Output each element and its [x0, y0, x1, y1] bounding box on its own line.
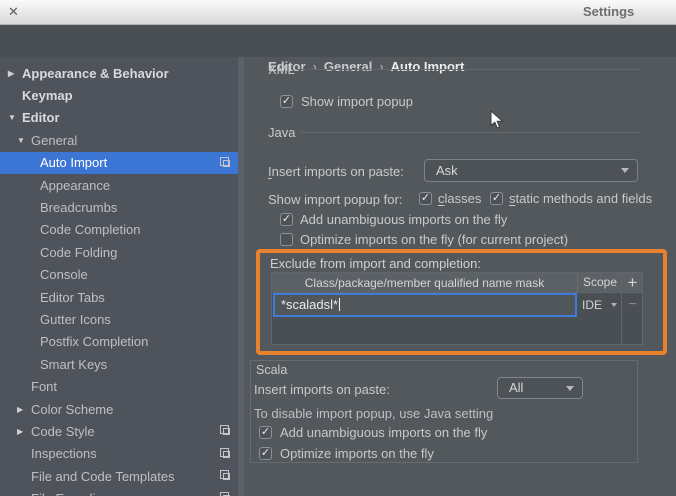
sidebar-item-label: Font: [31, 379, 57, 394]
java-insert-imports-label: Insert imports on paste:: [268, 164, 404, 179]
sidebar-item-console[interactable]: Console: [0, 264, 238, 286]
settings-tree: Appearance & Behavior Keymap Editor Gene…: [0, 57, 238, 496]
scala-add-unambiguous-checkbox[interactable]: [259, 426, 272, 439]
java-classes-label[interactable]: classes: [438, 191, 481, 206]
sidebar-item-appearance-behavior[interactable]: Appearance & Behavior: [0, 62, 238, 84]
sidebar-item-label: Smart Keys: [40, 357, 107, 372]
settings-window: ✕ Settings Editor›General›Auto Import Ap…: [0, 0, 676, 496]
sidebar-item-label: File Encodings: [31, 491, 116, 496]
sidebar-item-code-folding[interactable]: Code Folding: [0, 241, 238, 263]
close-icon[interactable]: ✕: [8, 4, 19, 20]
shared-settings-icon: [223, 473, 230, 480]
chevron-down-icon[interactable]: [8, 113, 22, 122]
header-strip: Editor›General›Auto Import: [0, 25, 676, 57]
section-header-java: Java: [268, 125, 295, 140]
section-divider: [300, 132, 640, 133]
sidebar-item-label: File and Code Templates: [31, 469, 175, 484]
sidebar-item-file-and-code-templates[interactable]: File and Code Templates: [0, 465, 238, 487]
sidebar-item-label: Appearance: [40, 178, 110, 193]
sidebar-item-label: Editor Tabs: [40, 290, 105, 305]
sidebar-item-breadcrumbs[interactable]: Breadcrumbs: [0, 196, 238, 218]
sidebar-item-label: Editor: [22, 110, 60, 125]
chevron-down-icon: [566, 386, 574, 391]
java-optimize-imports-label[interactable]: Optimize imports on the fly (for current…: [300, 232, 568, 247]
window-title: Settings: [583, 4, 634, 19]
java-classes-checkbox[interactable]: [419, 192, 432, 205]
scala-add-unambiguous-label[interactable]: Add unambiguous imports on the fly: [280, 425, 487, 440]
sidebar-item-label: Code Folding: [40, 245, 117, 260]
chevron-down-icon[interactable]: [17, 136, 31, 145]
chevron-down-icon: [621, 168, 629, 173]
sidebar-item-label: Breadcrumbs: [40, 200, 117, 215]
sidebar-item-editor-tabs[interactable]: Editor Tabs: [0, 286, 238, 308]
scala-insert-imports-select[interactable]: All: [497, 377, 583, 399]
java-insert-imports-value: Ask: [436, 163, 458, 178]
sidebar-item-label: Postfix Completion: [40, 334, 148, 349]
sidebar-item-label: Inspections: [31, 446, 97, 461]
sidebar-item-label: Code Completion: [40, 222, 140, 237]
sidebar-item-label: General: [31, 133, 77, 148]
breadcrumb-auto-import: Auto Import: [391, 59, 465, 74]
sidebar-item-label: Auto Import: [40, 155, 107, 170]
sidebar-item-label: Appearance & Behavior: [22, 66, 169, 81]
sidebar-item-label: Console: [40, 267, 88, 282]
section-header-scala: Scala: [256, 363, 287, 377]
xml-show-import-popup-checkbox[interactable]: [280, 95, 293, 108]
sidebar-item-color-scheme[interactable]: Color Scheme: [0, 398, 238, 420]
scala-note: To disable import popup, use Java settin…: [254, 406, 493, 421]
breadcrumb-general[interactable]: General: [324, 59, 372, 74]
java-static-methods-checkbox[interactable]: [490, 192, 503, 205]
shared-settings-icon: [223, 160, 230, 167]
sidebar-item-code-style[interactable]: Code Style: [0, 420, 238, 442]
sidebar-item-postfix-completion[interactable]: Postfix Completion: [0, 331, 238, 353]
breadcrumb-separator: ›: [313, 59, 317, 74]
tree-scrollbar[interactable]: [238, 57, 244, 496]
scala-optimize-imports-label[interactable]: Optimize imports on the fly: [280, 446, 434, 461]
titlebar: ✕ Settings: [0, 0, 676, 25]
sidebar-item-inspections[interactable]: Inspections: [0, 443, 238, 465]
scala-insert-imports-label: Insert imports on paste:: [254, 382, 390, 397]
sidebar-item-auto-import[interactable]: Auto Import: [0, 152, 238, 174]
java-optimize-imports-checkbox[interactable]: [280, 233, 293, 246]
chevron-right-icon[interactable]: [17, 427, 31, 436]
breadcrumb: Editor›General›Auto Import: [268, 59, 464, 74]
scala-optimize-imports-checkbox[interactable]: [259, 447, 272, 460]
sidebar-item-editor[interactable]: Editor: [0, 107, 238, 129]
sidebar-item-gutter-icons[interactable]: Gutter Icons: [0, 308, 238, 330]
breadcrumb-separator: ›: [379, 59, 383, 74]
sidebar-item-label: Code Style: [31, 424, 95, 439]
chevron-right-icon[interactable]: [17, 405, 31, 414]
sidebar-item-general[interactable]: General: [0, 129, 238, 151]
java-insert-imports-select[interactable]: Ask: [424, 159, 638, 182]
mouse-cursor: [490, 110, 504, 135]
sidebar-item-file-encodings[interactable]: File Encodings: [0, 487, 238, 496]
highlight-rectangle: [256, 249, 667, 355]
java-static-methods-label[interactable]: static methods and fields: [509, 191, 652, 206]
java-popup-for-label: Show import popup for:: [268, 192, 402, 207]
xml-show-import-popup-label[interactable]: Show import popup: [301, 94, 413, 109]
sidebar-item-label: Color Scheme: [31, 402, 113, 417]
shared-settings-icon: [223, 451, 230, 458]
scala-insert-imports-value: All: [509, 380, 523, 395]
java-add-unambiguous-checkbox[interactable]: [280, 213, 293, 226]
sidebar-item-label: Keymap: [22, 88, 73, 103]
java-add-unambiguous-label[interactable]: Add unambiguous imports on the fly: [300, 212, 507, 227]
sidebar-item-appearance[interactable]: Appearance: [0, 174, 238, 196]
sidebar-item-code-completion[interactable]: Code Completion: [0, 219, 238, 241]
sidebar-item-font[interactable]: Font: [0, 375, 238, 397]
chevron-right-icon[interactable]: [8, 69, 22, 78]
sidebar-item-keymap[interactable]: Keymap: [0, 84, 238, 106]
sidebar-item-smart-keys[interactable]: Smart Keys: [0, 353, 238, 375]
shared-settings-icon: [223, 428, 230, 435]
section-header-xml: XML: [268, 62, 295, 77]
section-divider: [297, 69, 640, 70]
sidebar-item-label: Gutter Icons: [40, 312, 111, 327]
